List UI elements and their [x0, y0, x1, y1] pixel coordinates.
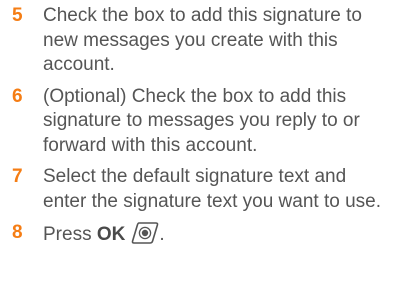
step-5: 5 Check the box to add this signature to…	[12, 4, 392, 78]
step-text-before: Press	[43, 224, 97, 245]
step-number: 8	[12, 222, 23, 243]
step-7: 7 Select the default signature text and …	[12, 165, 392, 214]
step-text: (Optional) Check the box to add this sig…	[43, 85, 360, 156]
step-number: 5	[12, 5, 23, 26]
step-8: 8 Press OK .	[12, 221, 392, 248]
step-text: Select the default signature text and en…	[43, 166, 381, 212]
step-number: 6	[12, 85, 23, 107]
ok-label: OK	[96, 224, 126, 245]
step-text: Check the box to add this signature to n…	[43, 5, 362, 75]
ok-button-icon	[131, 221, 159, 245]
step-number: 7	[12, 166, 23, 187]
step-6: 6 (Optional) Check the box to add this s…	[12, 85, 392, 159]
instruction-steps: 5 Check the box to add this signature to…	[12, 4, 392, 255]
step-text-after: .	[159, 224, 165, 245]
